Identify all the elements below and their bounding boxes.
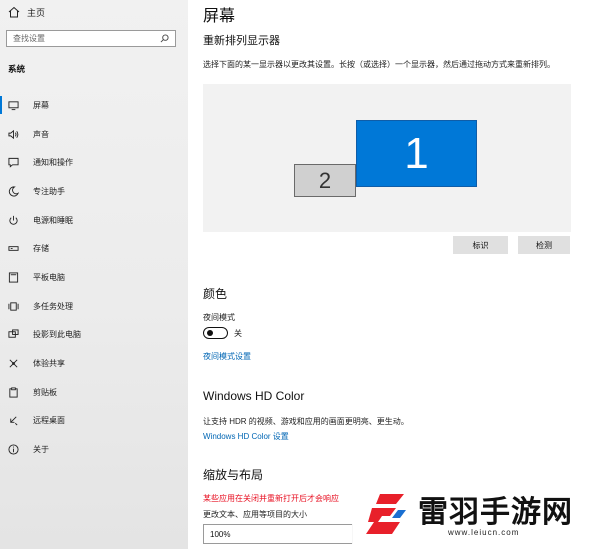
search-box[interactable]	[6, 30, 176, 47]
multitask-icon	[8, 302, 19, 311]
home-icon	[8, 6, 20, 18]
color-heading: 颜色	[203, 287, 228, 301]
storage-icon	[8, 246, 19, 252]
sidebar-item-sound[interactable]: 声音	[0, 120, 188, 149]
detect-button[interactable]: 检测	[518, 236, 570, 254]
search-icon[interactable]	[160, 34, 169, 43]
sidebar-item-storage[interactable]: 存储	[0, 234, 188, 263]
sidebar-item-shared-experiences[interactable]: 体验共享	[0, 349, 188, 378]
section-label-system: 系统	[8, 64, 26, 74]
sidebar-item-label: 电源和睡眠	[33, 215, 73, 225]
scale-layout-heading: 缩放与布局	[203, 468, 264, 482]
sidebar-item-label: 体验共享	[33, 359, 65, 369]
sidebar-item-tablet[interactable]: 平板电脑	[0, 263, 188, 292]
sidebar-item-label: 远程桌面	[33, 416, 65, 426]
info-icon	[8, 444, 19, 455]
hd-color-description: 让支持 HDR 的视频、游戏和应用的画面更明亮、更生动。	[203, 417, 409, 426]
sidebar-item-label: 平板电脑	[33, 272, 65, 282]
home-link[interactable]: 主页	[8, 4, 45, 20]
clipboard-icon	[9, 387, 18, 398]
settings-sidebar: 主页 系统 屏幕 声音 通知和操作 专注助手 电源和睡眠 存储	[0, 0, 188, 549]
sidebar-item-label: 声音	[33, 129, 49, 139]
sidebar-item-project[interactable]: 投影到此电脑	[0, 321, 188, 350]
watermark-logo-icon	[366, 494, 406, 534]
page-title: 屏幕	[203, 8, 236, 25]
hd-color-settings-link[interactable]: Windows HD Color 设置	[203, 431, 289, 442]
scale-dropdown[interactable]: 100%	[203, 524, 353, 544]
remote-desktop-icon	[10, 416, 18, 426]
sidebar-item-label: 专注助手	[33, 186, 65, 196]
search-input[interactable]	[13, 34, 143, 43]
sidebar-item-remote-desktop[interactable]: 远程桌面	[0, 407, 188, 436]
watermark-text: 雷羽手游网	[418, 495, 573, 530]
watermark-url: www.leiucn.com	[448, 528, 520, 537]
display-settings-pane: 屏幕 重新排列显示器 选择下面的某一显示器以更改其设置。长按（或选择）一个显示器…	[188, 0, 600, 549]
tablet-icon	[8, 272, 19, 283]
sidebar-item-label: 多任务处理	[33, 301, 73, 311]
monitor-arrangement-area[interactable]: 1 2	[203, 84, 571, 232]
moon-icon	[8, 186, 19, 197]
speaker-icon	[8, 129, 19, 139]
sidebar-item-label: 关于	[33, 445, 49, 455]
sidebar-item-label: 通知和操作	[33, 158, 73, 168]
hd-color-heading: Windows HD Color	[203, 389, 305, 403]
sidebar-item-label: 屏幕	[33, 100, 49, 110]
monitor-icon	[8, 101, 19, 110]
night-mode-label: 夜间模式	[203, 313, 235, 322]
power-icon	[9, 215, 18, 225]
sidebar-item-power-sleep[interactable]: 电源和睡眠	[0, 206, 188, 235]
sidebar-item-clipboard[interactable]: 剪贴板	[0, 378, 188, 407]
notification-icon	[8, 158, 19, 168]
night-mode-toggle-row: 关	[203, 327, 242, 339]
site-watermark: 雷羽手游网 www.leiucn.com	[352, 478, 600, 549]
sidebar-item-multitasking[interactable]: 多任务处理	[0, 292, 188, 321]
night-mode-state: 关	[234, 328, 242, 338]
home-label: 主页	[27, 7, 46, 18]
toggle-knob	[207, 330, 213, 336]
share-icon	[9, 359, 18, 368]
rearrange-heading: 重新排列显示器	[203, 35, 280, 47]
sidebar-item-about[interactable]: 关于	[0, 435, 188, 464]
project-icon	[8, 329, 19, 339]
sidebar-item-notifications[interactable]: 通知和操作	[0, 148, 188, 177]
night-mode-settings-link[interactable]: 夜间模式设置	[203, 351, 251, 362]
sidebar-nav: 屏幕 声音 通知和操作 专注助手 电源和睡眠 存储 平板电脑 多任务处理 投影到…	[0, 91, 188, 464]
scale-warning: 某些应用在关闭并重新打开后才会响应	[203, 494, 339, 503]
sidebar-item-focus-assist[interactable]: 专注助手	[0, 177, 188, 206]
sidebar-item-label: 存储	[33, 244, 49, 254]
monitor-2[interactable]: 2	[294, 164, 356, 197]
sidebar-item-display[interactable]: 屏幕	[0, 91, 188, 120]
sidebar-item-label: 剪贴板	[33, 387, 57, 397]
night-mode-toggle[interactable]	[203, 327, 228, 339]
monitor-1[interactable]: 1	[356, 120, 477, 187]
scale-label: 更改文本、应用等项目的大小	[203, 510, 307, 519]
rearrange-description: 选择下面的某一显示器以更改其设置。长按（或选择）一个显示器，然后通过拖动方式来重…	[203, 60, 555, 69]
identify-button[interactable]: 标识	[453, 236, 508, 254]
sidebar-item-label: 投影到此电脑	[33, 330, 81, 340]
